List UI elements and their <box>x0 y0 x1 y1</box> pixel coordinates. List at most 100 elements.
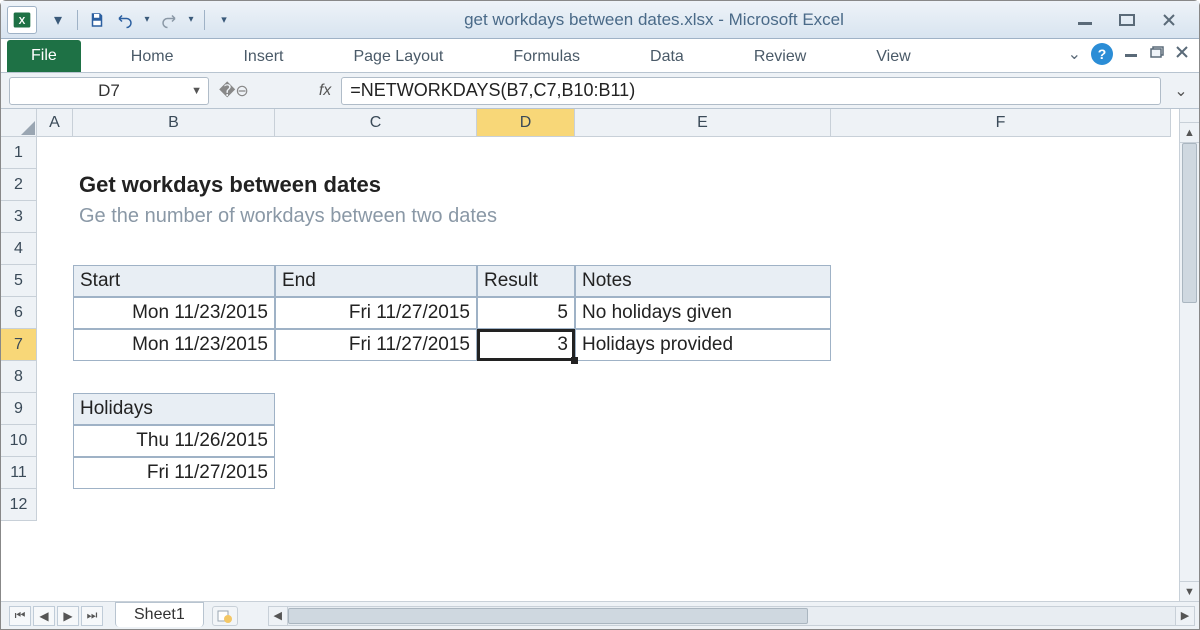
cell[interactable] <box>575 393 831 425</box>
cell[interactable] <box>275 393 477 425</box>
col-header-c[interactable]: C <box>275 109 477 137</box>
cell[interactable] <box>575 457 831 489</box>
cell[interactable] <box>575 361 831 393</box>
vertical-scrollbar[interactable]: ▲ ▼ <box>1179 109 1199 601</box>
scroll-up-icon[interactable]: ▲ <box>1180 123 1199 143</box>
cell[interactable] <box>37 233 73 265</box>
cell-result[interactable]: 5 <box>477 297 575 329</box>
cell-end[interactable]: Fri 11/27/2015 <box>275 297 477 329</box>
cell[interactable] <box>37 489 73 521</box>
row-header[interactable]: 3 <box>1 201 37 233</box>
cell-title[interactable]: Get workdays between dates <box>73 169 869 201</box>
cell[interactable] <box>73 489 275 521</box>
tab-page-layout[interactable]: Page Layout <box>343 42 453 72</box>
formula-input[interactable]: =NETWORKDAYS(B7,C7,B10:B11) <box>341 77 1161 105</box>
cell[interactable] <box>477 137 575 169</box>
cell-holiday[interactable]: Thu 11/26/2015 <box>73 425 275 457</box>
cell[interactable] <box>477 361 575 393</box>
close-icon[interactable] <box>1155 10 1183 30</box>
cell[interactable] <box>831 137 1171 169</box>
first-sheet-icon[interactable]: ⏮ <box>9 606 31 626</box>
row-header[interactable]: 9 <box>1 393 37 425</box>
cell[interactable] <box>575 489 831 521</box>
cell[interactable] <box>37 393 73 425</box>
split-handle[interactable] <box>1180 109 1199 123</box>
last-sheet-icon[interactable]: ⏭ <box>81 606 103 626</box>
cell[interactable] <box>37 169 73 201</box>
cell[interactable] <box>831 265 1171 297</box>
customize-qat-icon[interactable]: ▾ <box>211 7 237 33</box>
cell[interactable] <box>37 201 73 233</box>
tab-review[interactable]: Review <box>744 42 816 72</box>
workbook-restore-icon[interactable] <box>1149 45 1165 64</box>
cell[interactable] <box>477 233 575 265</box>
col-header-a[interactable]: A <box>37 109 73 137</box>
select-all-corner[interactable] <box>1 109 37 137</box>
cell[interactable] <box>275 233 477 265</box>
cell[interactable] <box>73 137 275 169</box>
cell[interactable] <box>37 361 73 393</box>
cell[interactable] <box>575 233 831 265</box>
row-header[interactable]: 6 <box>1 297 37 329</box>
scroll-thumb[interactable] <box>1182 143 1197 303</box>
cell[interactable] <box>831 457 1171 489</box>
tab-view[interactable]: View <box>866 42 920 72</box>
cell[interactable] <box>869 201 1171 233</box>
redo-icon[interactable] <box>156 7 182 33</box>
scroll-track[interactable] <box>288 606 1175 626</box>
header-notes[interactable]: Notes <box>575 265 831 297</box>
horizontal-scrollbar[interactable]: ◀ ▶ <box>268 606 1195 626</box>
col-header-b[interactable]: B <box>73 109 275 137</box>
prev-sheet-icon[interactable]: ◀ <box>33 606 55 626</box>
cell[interactable] <box>831 233 1171 265</box>
scroll-track[interactable] <box>1180 143 1199 581</box>
cell[interactable] <box>831 297 1171 329</box>
scroll-right-icon[interactable]: ▶ <box>1175 606 1195 626</box>
row-header[interactable]: 12 <box>1 489 37 521</box>
cell[interactable] <box>275 425 477 457</box>
cell[interactable] <box>37 137 73 169</box>
name-box[interactable]: D7 ▼ <box>9 77 209 105</box>
col-header-f[interactable]: F <box>831 109 1171 137</box>
cell[interactable] <box>477 457 575 489</box>
cell[interactable] <box>477 393 575 425</box>
minimize-ribbon-icon[interactable]: ⌄ <box>1068 44 1081 64</box>
new-sheet-icon[interactable] <box>212 606 238 626</box>
cell[interactable] <box>37 457 73 489</box>
minimize-icon[interactable] <box>1071 10 1099 30</box>
fx-label[interactable]: fx <box>319 82 331 100</box>
cell[interactable] <box>275 457 477 489</box>
header-start[interactable]: Start <box>73 265 275 297</box>
cell[interactable] <box>37 425 73 457</box>
row-header[interactable]: 5 <box>1 265 37 297</box>
scroll-left-icon[interactable]: ◀ <box>268 606 288 626</box>
cell[interactable] <box>831 489 1171 521</box>
row-header[interactable]: 10 <box>1 425 37 457</box>
cell[interactable] <box>275 361 477 393</box>
tab-formulas[interactable]: Formulas <box>503 42 590 72</box>
scroll-down-icon[interactable]: ▼ <box>1180 581 1199 601</box>
header-holidays[interactable]: Holidays <box>73 393 275 425</box>
row-header[interactable]: 2 <box>1 169 37 201</box>
next-sheet-icon[interactable]: ▶ <box>57 606 79 626</box>
cell[interactable] <box>275 137 477 169</box>
scroll-thumb[interactable] <box>288 608 808 624</box>
insert-function-icon[interactable]: �⊖ <box>219 81 249 101</box>
row-header[interactable]: 4 <box>1 233 37 265</box>
cell[interactable] <box>37 329 73 361</box>
cell-start[interactable]: Mon 11/23/2015 <box>73 329 275 361</box>
row-header[interactable]: 11 <box>1 457 37 489</box>
cell-subtitle[interactable]: Ge the number of workdays between two da… <box>73 201 869 233</box>
workbook-close-icon[interactable] <box>1175 45 1189 64</box>
name-box-dropdown-icon[interactable]: ▼ <box>191 85 202 97</box>
redo-dropdown-icon[interactable]: ▾ <box>184 7 198 33</box>
cell[interactable] <box>275 489 477 521</box>
undo-dropdown-icon[interactable]: ▾ <box>140 7 154 33</box>
cell[interactable] <box>73 361 275 393</box>
cell[interactable] <box>73 233 275 265</box>
maximize-icon[interactable] <box>1113 10 1141 30</box>
cell[interactable] <box>831 329 1171 361</box>
cell-notes[interactable]: No holidays given <box>575 297 831 329</box>
cell[interactable] <box>37 297 73 329</box>
cell-holiday[interactable]: Fri 11/27/2015 <box>73 457 275 489</box>
